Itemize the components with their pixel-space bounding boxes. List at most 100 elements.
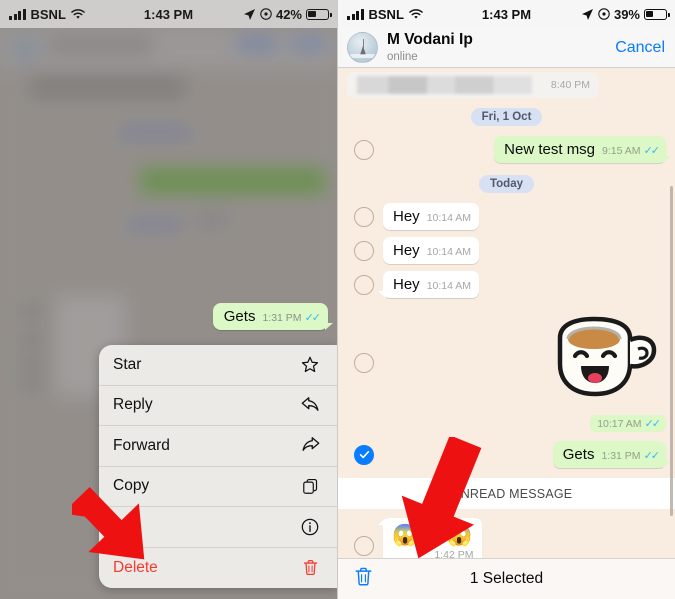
context-menu-item-info[interactable]: Info [99, 507, 337, 548]
selection-action-bar: 1 Selected [338, 558, 675, 599]
message-row[interactable]: New test msg 9:15 AM ✓✓ [338, 136, 675, 163]
message-row[interactable]: Hey 10:14 AM [338, 271, 675, 298]
status-right-group-right: 39% [581, 6, 670, 22]
two-screenshot-comparison: BSNL 1:43 PM 42% Gets 1:31 PM ✓✓ Star Re… [0, 0, 675, 599]
location-arrow-icon [243, 8, 255, 20]
message-time: 10:14 AM [426, 280, 472, 292]
vertical-scrollbar[interactable] [670, 186, 673, 516]
message-time: 9:15 AM [602, 144, 641, 157]
carrier-label: BSNL [30, 6, 66, 22]
read-receipt-icon: ✓✓ [643, 145, 661, 157]
battery-icon [644, 8, 670, 20]
clock-icon [598, 8, 610, 20]
chat-header: M Vodani Ip online Cancel [338, 28, 675, 68]
context-menu-item-delete[interactable]: Delete [99, 548, 337, 589]
outgoing-bubble-selected[interactable]: Gets 1:31 PM ✓✓ [552, 441, 672, 468]
chat-header-text[interactable]: M Vodani Ip online [387, 31, 473, 63]
location-arrow-icon [581, 8, 593, 20]
avatar-detail-band [350, 53, 375, 58]
context-menu-label-forward: Forward [113, 436, 170, 454]
sticker-meta-row: 10:17 AM ✓✓ [338, 415, 675, 432]
trash-icon [355, 567, 372, 586]
context-menu-label-copy: Copy [113, 477, 150, 495]
signal-bars-icon [9, 8, 26, 20]
message-text: Hey [393, 208, 420, 225]
message-text: Gets [562, 446, 595, 463]
message-row-selected[interactable]: Gets 1:31 PM ✓✓ [338, 441, 675, 468]
context-menu-label-info: Info [113, 517, 139, 535]
message-text: New test msg [504, 141, 596, 158]
message-select-circle[interactable] [354, 240, 374, 261]
cancel-button[interactable]: Cancel [615, 39, 665, 57]
copy-icon [299, 475, 321, 497]
message-select-circle[interactable] [354, 274, 374, 295]
message-row-blurred[interactable]: 8:40 PM [338, 72, 675, 98]
status-bar-left: BSNL 1:43 PM 42% [0, 0, 337, 28]
message-select-circle[interactable] [354, 206, 374, 227]
date-divider-row: Today [338, 175, 675, 193]
outgoing-bubble[interactable]: New test msg 9:15 AM ✓✓ [494, 136, 671, 163]
message-select-circle[interactable] [354, 139, 374, 160]
date-divider-row: Fri, 1 Oct [338, 108, 675, 126]
context-menu-item-star[interactable]: Star [99, 345, 337, 386]
star-icon [299, 354, 321, 376]
presence-status: online [387, 50, 418, 63]
info-circle-icon [299, 516, 321, 538]
message-meta: 1:31 PM ✓✓ [262, 311, 322, 325]
status-left-group: BSNL [9, 7, 85, 22]
wifi-icon [409, 8, 423, 19]
message-time: 10:14 AM [426, 246, 472, 258]
right-screen-selection-mode: BSNL 1:43 PM 39% M Vodani Ip online Canc… [338, 0, 675, 599]
redaction-overlay [357, 76, 532, 94]
carrier-label: BSNL [368, 6, 404, 22]
forward-arrow-icon [299, 435, 321, 457]
wifi-icon [71, 8, 85, 19]
status-bar-right: BSNL 1:43 PM 39% [338, 0, 675, 28]
signal-bars-icon [347, 8, 364, 20]
context-menu-item-copy[interactable]: Copy [99, 467, 337, 507]
message-row-sticker[interactable] [338, 312, 675, 413]
smiling-coffee-cup-sticker[interactable] [548, 312, 664, 413]
message-time: 1:31 PM [601, 449, 641, 462]
unread-messages-divider: 1 UNREAD MESSAGE [338, 478, 675, 509]
battery-icon [306, 8, 332, 20]
avatar[interactable] [347, 32, 378, 63]
message-context-menu: Star Reply Forward Copy Info Delete [99, 345, 337, 588]
message-row-emoji[interactable]: 😱😱😱 1:42 PM [338, 518, 675, 558]
message-row[interactable]: Hey 10:14 AM [338, 237, 675, 264]
battery-percent-label: 39% [613, 6, 640, 22]
sticker-meta: 10:17 AM ✓✓ [590, 415, 666, 432]
trash-icon [299, 557, 321, 579]
left-screen-context-menu: BSNL 1:43 PM 42% Gets 1:31 PM ✓✓ Star Re… [0, 0, 338, 599]
message-select-circle[interactable] [354, 536, 374, 556]
incoming-bubble[interactable]: Hey 10:14 AM [377, 271, 480, 298]
context-menu-label-star: Star [113, 355, 142, 373]
message-time: 10:14 AM [426, 212, 472, 224]
message-text: Gets [223, 308, 256, 325]
read-receipt-icon: ✓✓ [304, 312, 322, 324]
status-left-group-right: BSNL [347, 7, 423, 22]
message-meta: 9:15 AM ✓✓ [602, 144, 661, 158]
delete-button[interactable] [352, 565, 375, 593]
highlighted-message-bubble[interactable]: Gets 1:31 PM ✓✓ [212, 303, 334, 330]
message-time: 8:40 PM [550, 79, 590, 91]
redacted-message-bubble[interactable]: 8:40 PM [347, 72, 599, 98]
incoming-bubble[interactable]: Hey 10:14 AM [383, 237, 480, 264]
context-menu-item-reply[interactable]: Reply [99, 386, 337, 426]
message-time: 1:42 PM [434, 549, 474, 558]
reply-arrow-icon [299, 394, 321, 416]
incoming-bubble[interactable]: Hey 10:14 AM [383, 203, 480, 230]
context-menu-item-forward[interactable]: Forward [99, 426, 337, 467]
message-select-circle-checked[interactable] [354, 444, 374, 465]
context-menu-label-reply: Reply [113, 396, 153, 414]
clock-icon [260, 8, 272, 20]
context-menu-label-delete: Delete [113, 558, 158, 576]
read-receipt-icon: ✓✓ [644, 418, 662, 430]
message-select-circle[interactable] [354, 352, 374, 373]
status-right-group: 42% [243, 7, 332, 22]
incoming-emoji-bubble[interactable]: 😱😱😱 1:42 PM [377, 518, 483, 558]
message-row[interactable]: Hey 10:14 AM [338, 203, 675, 230]
message-meta: 1:31 PM ✓✓ [601, 449, 660, 463]
message-list[interactable]: 8:40 PM Fri, 1 Oct New test msg 9:15 AM … [338, 68, 675, 558]
message-time: 1:31 PM [262, 311, 302, 324]
